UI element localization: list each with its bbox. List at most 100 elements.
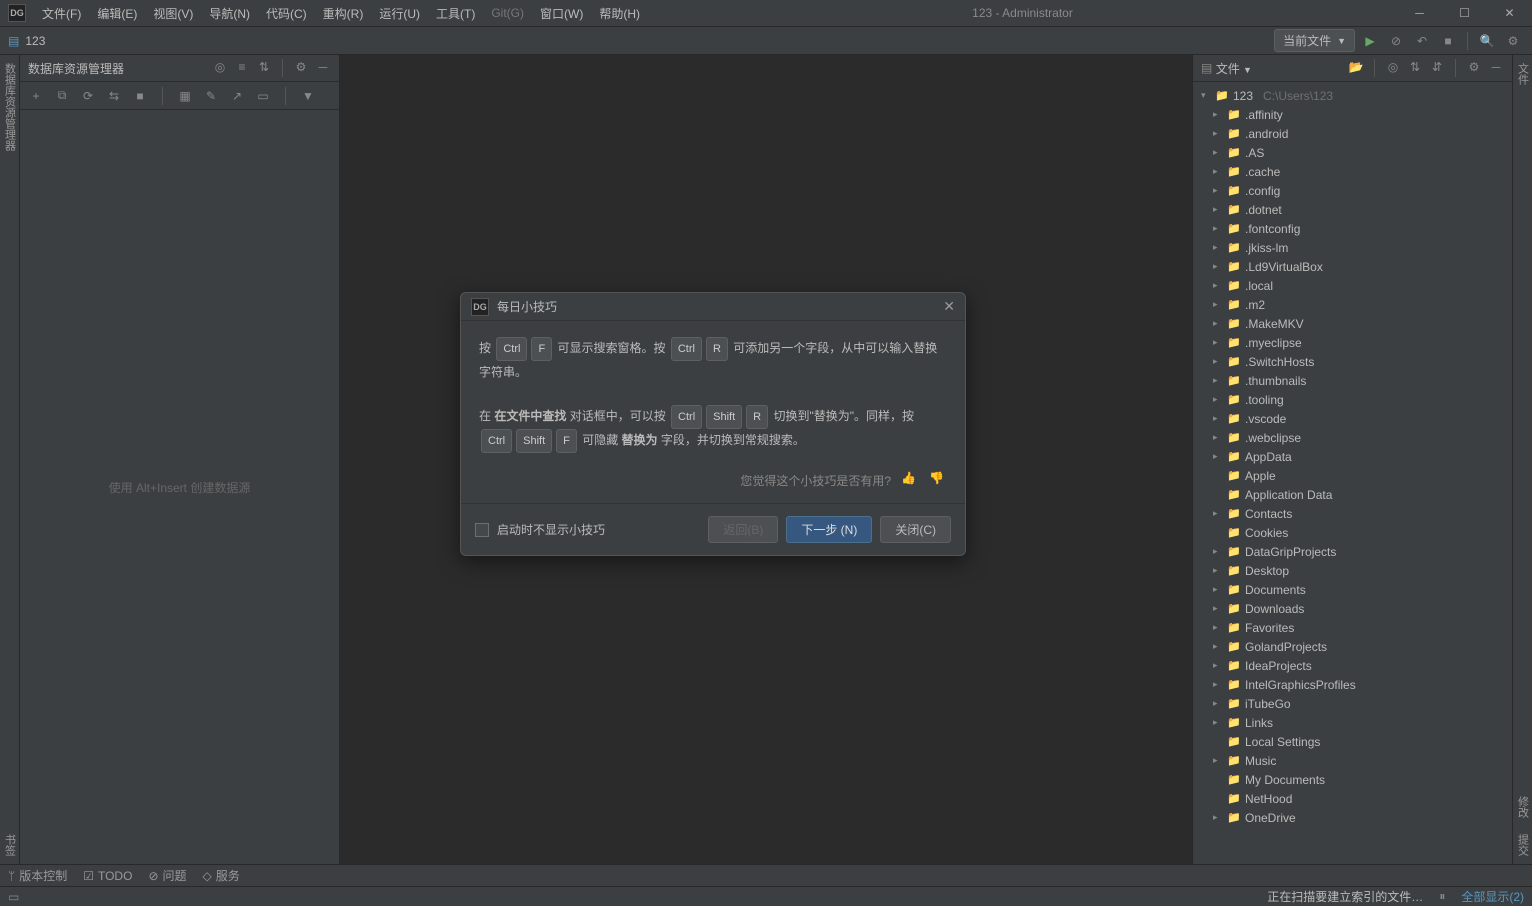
- tree-item[interactable]: ▸📁.affinity: [1193, 105, 1512, 124]
- breadcrumb[interactable]: 123: [25, 34, 45, 48]
- tree-item[interactable]: ▸📁Downloads: [1193, 599, 1512, 618]
- commit-button[interactable]: ■: [1437, 30, 1459, 52]
- stop-button[interactable]: ⊘: [1385, 30, 1407, 52]
- menu-window[interactable]: 窗口(W): [532, 5, 591, 22]
- tree-item[interactable]: ▸📁.config: [1193, 181, 1512, 200]
- close-dialog-button[interactable]: 关闭(C): [880, 516, 951, 543]
- stop-icon[interactable]: ■: [132, 88, 148, 104]
- tree-item[interactable]: ▸📁.m2: [1193, 295, 1512, 314]
- tree-item[interactable]: 📁Apple: [1193, 466, 1512, 485]
- tree-item[interactable]: ▸📁.SwitchHosts: [1193, 352, 1512, 371]
- collapse-icon[interactable]: ⇵: [1429, 59, 1445, 75]
- rollback-button[interactable]: ↶: [1411, 30, 1433, 52]
- expand-icon[interactable]: ≡: [234, 59, 250, 75]
- status-showall[interactable]: 全部显示(2): [1461, 888, 1524, 905]
- sync-icon[interactable]: ⇆: [106, 88, 122, 104]
- bb-vcs[interactable]: ᛘ版本控制: [8, 867, 67, 884]
- open-icon[interactable]: 📂: [1348, 59, 1364, 75]
- tree-item[interactable]: 📁Local Settings: [1193, 732, 1512, 751]
- tree-item[interactable]: ▸📁Favorites: [1193, 618, 1512, 637]
- close-button[interactable]: ✕: [1487, 0, 1532, 27]
- tree-item[interactable]: 📁NetHood: [1193, 789, 1512, 808]
- tree-item[interactable]: 📁Application Data: [1193, 485, 1512, 504]
- tree-item[interactable]: ▸📁GolandProjects: [1193, 637, 1512, 656]
- table-icon[interactable]: ▦: [177, 88, 193, 104]
- collapse-icon[interactable]: ⇅: [256, 59, 272, 75]
- gutter-commit[interactable]: 提交: [1515, 826, 1531, 864]
- duplicate-icon[interactable]: ⧉: [54, 88, 70, 104]
- tree-item[interactable]: ▸📁.thumbnails: [1193, 371, 1512, 390]
- tree-item[interactable]: ▸📁Music: [1193, 751, 1512, 770]
- menu-navigate[interactable]: 导航(N): [201, 5, 258, 22]
- tree-item[interactable]: ▸📁AppData: [1193, 447, 1512, 466]
- gear-icon[interactable]: ⚙: [293, 59, 309, 75]
- tree-item[interactable]: ▸📁.dotnet: [1193, 200, 1512, 219]
- tree-item[interactable]: ▸📁.AS: [1193, 143, 1512, 162]
- menu-refactor[interactable]: 重构(R): [315, 5, 372, 22]
- tree-item[interactable]: ▸📁.cache: [1193, 162, 1512, 181]
- bb-problems[interactable]: ⊘问题: [148, 867, 186, 884]
- menu-git[interactable]: Git(G): [483, 6, 532, 20]
- filter-icon[interactable]: ▼: [300, 88, 316, 104]
- next-button[interactable]: 下一步 (N): [786, 516, 872, 543]
- file-tree[interactable]: ▾📁123C:\Users\123▸📁.affinity▸📁.android▸📁…: [1193, 82, 1512, 864]
- tree-item[interactable]: ▸📁Links: [1193, 713, 1512, 732]
- dont-show-checkbox[interactable]: [475, 523, 489, 537]
- target-icon[interactable]: ◎: [1385, 59, 1401, 75]
- tool-window-icon[interactable]: ▭: [8, 890, 19, 904]
- minimize-button[interactable]: ─: [1397, 0, 1442, 27]
- tree-item[interactable]: ▸📁Desktop: [1193, 561, 1512, 580]
- menu-run[interactable]: 运行(U): [371, 5, 428, 22]
- menu-edit[interactable]: 编辑(E): [89, 5, 145, 22]
- tree-item[interactable]: ▸📁Documents: [1193, 580, 1512, 599]
- tree-item[interactable]: ▸📁.vscode: [1193, 409, 1512, 428]
- tree-item[interactable]: ▸📁IntelGraphicsProfiles: [1193, 675, 1512, 694]
- tree-item[interactable]: ▸📁iTubeGo: [1193, 694, 1512, 713]
- tree-item[interactable]: ▸📁.myeclipse: [1193, 333, 1512, 352]
- thumbs-down-icon[interactable]: 👎: [929, 471, 947, 489]
- bb-todo[interactable]: ☑TODO: [83, 869, 132, 883]
- menu-code[interactable]: 代码(C): [258, 5, 315, 22]
- tree-item[interactable]: 📁My Documents: [1193, 770, 1512, 789]
- add-icon[interactable]: +: [28, 88, 44, 104]
- menu-file[interactable]: 文件(F): [34, 5, 89, 22]
- gutter-db-explorer[interactable]: 数据库资源管理器: [2, 55, 18, 159]
- tree-item[interactable]: ▸📁DataGripProjects: [1193, 542, 1512, 561]
- gutter-changes[interactable]: 修改: [1515, 788, 1531, 826]
- tree-item[interactable]: ▸📁.jkiss-lm: [1193, 238, 1512, 257]
- maximize-button[interactable]: ☐: [1442, 0, 1487, 27]
- edit-icon[interactable]: ✎: [203, 88, 219, 104]
- tree-item[interactable]: ▸📁.Ld9VirtualBox: [1193, 257, 1512, 276]
- tree-item[interactable]: ▸📁.local: [1193, 276, 1512, 295]
- refresh-icon[interactable]: ⟳: [80, 88, 96, 104]
- gear-icon[interactable]: ⚙: [1466, 59, 1482, 75]
- settings-gear-icon[interactable]: ⚙: [1502, 30, 1524, 52]
- jump-icon[interactable]: ↗: [229, 88, 245, 104]
- menu-tools[interactable]: 工具(T): [428, 5, 483, 22]
- bb-services[interactable]: ◇服务: [203, 867, 240, 884]
- run-button[interactable]: ▶: [1359, 30, 1381, 52]
- target-icon[interactable]: ◎: [212, 59, 228, 75]
- tree-item[interactable]: ▸📁.MakeMKV: [1193, 314, 1512, 333]
- tree-item[interactable]: ▸📁OneDrive: [1193, 808, 1512, 827]
- scope-combo[interactable]: 当前文件 ▼: [1274, 29, 1355, 52]
- gutter-bookmarks[interactable]: 书签: [2, 826, 18, 864]
- pause-icon[interactable]: ⏸: [1439, 889, 1445, 904]
- gutter-files[interactable]: 文件: [1515, 55, 1531, 93]
- tree-item[interactable]: ▸📁IdeaProjects: [1193, 656, 1512, 675]
- dialog-close-icon[interactable]: ✕: [943, 298, 955, 315]
- tree-item[interactable]: ▸📁.android: [1193, 124, 1512, 143]
- tree-root[interactable]: ▾📁123C:\Users\123: [1193, 86, 1512, 105]
- tree-item[interactable]: ▸📁.tooling: [1193, 390, 1512, 409]
- menu-help[interactable]: 帮助(H): [591, 5, 648, 22]
- console-icon[interactable]: ▭: [255, 88, 271, 104]
- hide-icon[interactable]: ─: [1488, 59, 1504, 75]
- tree-item[interactable]: ▸📁.fontconfig: [1193, 219, 1512, 238]
- tree-item[interactable]: 📁Cookies: [1193, 523, 1512, 542]
- expand-icon[interactable]: ⇅: [1407, 59, 1423, 75]
- thumbs-up-icon[interactable]: 👍: [901, 471, 919, 489]
- search-icon[interactable]: 🔍: [1476, 30, 1498, 52]
- tree-item[interactable]: ▸📁.webclipse: [1193, 428, 1512, 447]
- back-button[interactable]: 返回(B): [708, 516, 778, 543]
- tree-item[interactable]: ▸📁Contacts: [1193, 504, 1512, 523]
